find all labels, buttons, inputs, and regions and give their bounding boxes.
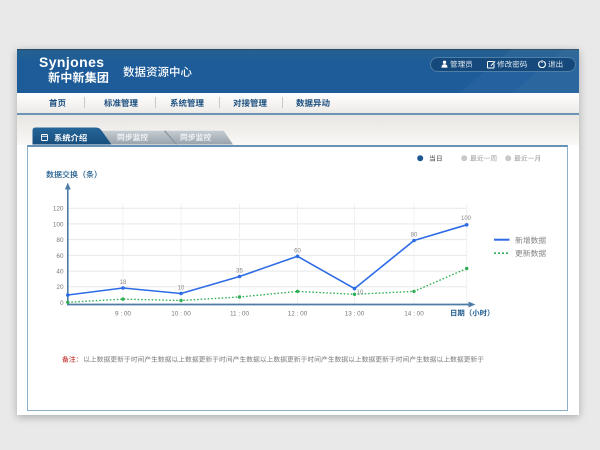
svg-text:10 : 00: 10 : 00 [171, 311, 191, 318]
svg-text:40: 40 [56, 269, 64, 276]
svg-text:13 : 00: 13 : 00 [345, 311, 365, 318]
svg-text:120: 120 [53, 206, 64, 213]
svg-text:100: 100 [461, 216, 472, 222]
svg-text:12 : 00: 12 : 00 [288, 311, 308, 318]
svg-text:60: 60 [56, 253, 64, 260]
svg-text:80: 80 [56, 237, 64, 244]
svg-text:14 : 00: 14 : 00 [404, 311, 424, 318]
svg-text:9 : 00: 9 : 00 [115, 311, 131, 318]
svg-text:20: 20 [56, 284, 64, 291]
svg-text:100: 100 [53, 221, 64, 228]
svg-text:35: 35 [236, 269, 243, 275]
svg-text:11 : 00: 11 : 00 [230, 311, 250, 318]
svg-text:18: 18 [120, 280, 127, 286]
svg-text:10: 10 [357, 290, 364, 296]
svg-text:10: 10 [178, 286, 185, 292]
svg-text:80: 80 [411, 233, 418, 239]
svg-text:0: 0 [60, 300, 64, 307]
svg-text:60: 60 [294, 248, 301, 254]
